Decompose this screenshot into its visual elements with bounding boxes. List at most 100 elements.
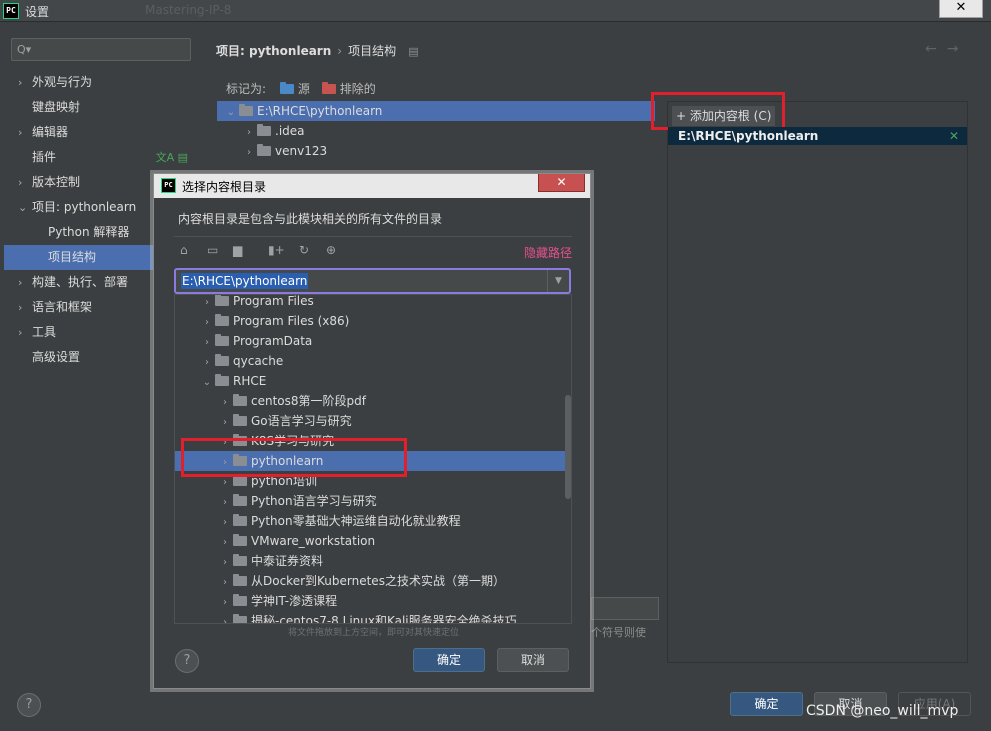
directory-node[interactable]: › Python零基础大神运维自动化就业教程 <box>175 511 571 531</box>
dialog-cancel-button[interactable]: 取消 <box>497 648 569 672</box>
chevron-right-icon[interactable]: › <box>199 313 215 333</box>
sidebar-item-label: 项目: pythonlearn <box>32 200 137 214</box>
exclude-pattern-hint: 个符号则使 <box>591 626 646 639</box>
hide-path-link[interactable]: 隐藏路径 <box>524 244 572 261</box>
sidebar-item[interactable]: › 外观与行为 <box>0 70 200 95</box>
directory-node[interactable]: ⌄ RHCE <box>175 371 571 391</box>
window-close-button[interactable]: ✕ <box>939 0 983 18</box>
chevron-right-icon[interactable]: › <box>217 513 233 533</box>
tree-node[interactable]: › venv123 <box>217 141 655 161</box>
chevron-right-icon[interactable]: › <box>241 123 257 143</box>
chevron-right-icon[interactable]: › <box>18 295 22 320</box>
directory-node[interactable]: › Go语言学习与研究 <box>175 411 571 431</box>
folder-icon <box>215 314 229 326</box>
directory-node-label: Python零基础大神运维自动化就业教程 <box>251 514 461 528</box>
sidebar-item[interactable]: 键盘映射 <box>0 95 200 120</box>
directory-node-label: 揭秘-centos7-8 Linux和Kali服务器安全绝杀技巧 <box>251 614 517 624</box>
directory-node[interactable]: › ProgramData <box>175 331 571 351</box>
directory-node-label: Program Files (x86) <box>233 314 350 328</box>
settings-search-input[interactable]: Q▾ <box>11 38 191 61</box>
directory-node[interactable]: › VMware_workstation <box>175 531 571 551</box>
scope-icon[interactable]: ▤ <box>408 45 418 58</box>
tree-node-label: E:\RHCE\pythonlearn <box>257 104 383 118</box>
chevron-right-icon[interactable]: › <box>18 70 22 95</box>
chevron-right-icon[interactable]: › <box>217 493 233 513</box>
back-arrow-icon[interactable]: ← <box>925 41 947 57</box>
content-root-entry[interactable]: E:\RHCE\pythonlearn ✕ <box>668 127 967 145</box>
tree-scrollbar[interactable] <box>565 395 571 499</box>
remove-root-icon[interactable]: ✕ <box>949 127 959 145</box>
directory-node[interactable]: › centos8第一阶段pdf <box>175 391 571 411</box>
help-button[interactable]: ? <box>17 693 41 717</box>
path-input[interactable]: E:\RHCE\pythonlearn ▼ <box>174 268 571 294</box>
chevron-right-icon[interactable]: › <box>18 270 22 295</box>
breadcrumb-separator: › <box>337 44 343 58</box>
directory-node[interactable]: › 中泰证券资料 <box>175 551 571 571</box>
directory-node[interactable]: › 揭秘-centos7-8 Linux和Kali服务器安全绝杀技巧 <box>175 611 571 624</box>
forward-arrow-icon[interactable]: → <box>947 41 969 57</box>
show-hidden-icon[interactable]: ⊕ <box>326 243 336 257</box>
drag-drop-hint: 将文件拖放到上方空间，即可对其快速定位 <box>288 628 460 638</box>
dialog-close-button[interactable]: ✕ <box>538 174 585 192</box>
dialog-ok-button[interactable]: 确定 <box>413 648 485 672</box>
directory-node-label: RHCE <box>233 374 267 388</box>
chevron-right-icon[interactable]: › <box>241 143 257 163</box>
folder-icon <box>215 334 229 346</box>
history-navigation: ←→ <box>925 41 968 57</box>
folder-icon <box>233 534 247 546</box>
refresh-icon[interactable]: ↻ <box>299 243 309 257</box>
breadcrumb-page: 项目结构 <box>348 44 397 58</box>
chevron-right-icon[interactable]: › <box>199 353 215 373</box>
chevron-right-icon[interactable]: › <box>199 333 215 353</box>
exclude-pattern-input[interactable] <box>591 597 659 620</box>
new-folder-icon[interactable]: ▮+ <box>268 243 285 257</box>
content-root-pane <box>667 101 968 663</box>
project-folder-icon[interactable]: ▆ <box>233 243 242 257</box>
dialog-help-button[interactable]: ? <box>175 649 199 673</box>
chevron-right-icon[interactable]: › <box>217 393 233 413</box>
dialog-titlebar: PC 选择内容根目录 ✕ <box>154 174 590 198</box>
content-root-path: E:\RHCE\pythonlearn <box>678 129 819 143</box>
home-icon[interactable]: ⌂ <box>180 243 188 257</box>
chevron-right-icon[interactable]: › <box>217 593 233 613</box>
directory-node[interactable]: › 从Docker到Kubernetes之技术实战（第一期） <box>175 571 571 591</box>
sidebar-item[interactable]: › 编辑器 <box>0 120 200 145</box>
sidebar-item-label: 外观与行为 <box>32 75 93 89</box>
chevron-right-icon[interactable]: › <box>18 120 22 145</box>
sidebar-item-label: 键盘映射 <box>32 100 81 114</box>
chevron-down-icon[interactable]: ⌄ <box>199 373 215 393</box>
chevron-down-icon[interactable]: ⌄ <box>223 103 239 123</box>
chevron-right-icon[interactable]: › <box>18 170 22 195</box>
sidebar-item-label: Python 解释器 <box>48 225 130 239</box>
window-titlebar: PC 设置 Mastering-IP-8 ✕ <box>0 0 991 22</box>
directory-node[interactable]: › Python语言学习与研究 <box>175 491 571 511</box>
directory-node[interactable]: › qycache <box>175 351 571 371</box>
breadcrumb-project[interactable]: 项目: pythonlearn <box>216 44 331 58</box>
mark-source-label: 源 <box>297 82 310 96</box>
directory-node[interactable]: › Program Files <box>175 295 571 311</box>
chevron-right-icon[interactable]: › <box>18 320 22 345</box>
source-folder-icon <box>279 82 294 94</box>
chevron-right-icon[interactable]: › <box>217 533 233 553</box>
mark-source-button[interactable]: 源 <box>279 82 310 96</box>
directory-node[interactable]: › 学神IT-渗透课程 <box>175 591 571 611</box>
background-window-title: Mastering-IP-8 <box>145 3 232 17</box>
chevron-right-icon[interactable]: › <box>217 553 233 573</box>
tree-node[interactable]: › .idea <box>217 121 655 141</box>
ok-button[interactable]: 确定 <box>730 692 803 716</box>
chevron-down-icon[interactable]: ▼ <box>547 270 569 292</box>
excluded-folder-icon <box>321 82 336 94</box>
sidebar-item-label: 插件 <box>32 150 57 164</box>
mark-excluded-button[interactable]: 排除的 <box>321 82 376 96</box>
highlight-box-pythonlearn <box>181 438 407 477</box>
chevron-right-icon[interactable]: › <box>217 613 233 623</box>
chevron-right-icon[interactable]: › <box>217 573 233 593</box>
sidebar-item[interactable]: 插件 文A ▤ <box>0 145 200 170</box>
tree-node[interactable]: ⌄ E:\RHCE\pythonlearn <box>217 101 655 121</box>
chevron-right-icon[interactable]: › <box>217 413 233 433</box>
desktop-icon[interactable]: ▭ <box>207 243 218 257</box>
folder-icon <box>233 414 247 426</box>
folder-icon <box>233 474 247 486</box>
chevron-down-icon[interactable]: ⌄ <box>18 195 27 220</box>
directory-node[interactable]: › Program Files (x86) <box>175 311 571 331</box>
